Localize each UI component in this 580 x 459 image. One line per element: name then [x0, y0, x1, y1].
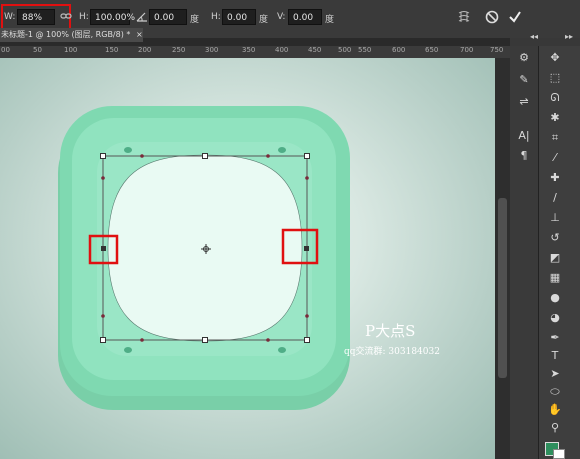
dodge-tool-icon[interactable]: ◕ — [543, 308, 567, 328]
ruler-tick: 00 — [1, 46, 10, 54]
ruler-tick: 50 — [33, 46, 42, 54]
clone-stamp-icon[interactable]: ⊥ — [543, 208, 567, 228]
ruler-tick: 150 — [105, 46, 119, 54]
brush-presets-icon[interactable]: ✎ — [514, 70, 534, 90]
ruler-tick: 450 — [308, 46, 322, 54]
ruler-tick: 350 — [242, 46, 256, 54]
background-color-swatch[interactable] — [553, 449, 565, 459]
scroll-thumb[interactable] — [498, 198, 507, 378]
panel-strip: ⚙ ✎ ⇌ A| ¶ — [510, 46, 539, 459]
ruler-tick: 700 — [460, 46, 474, 54]
canvas[interactable]: P大点S qq交流群: 303184032 — [0, 58, 495, 459]
history-brush-icon[interactable]: ↺ — [543, 228, 567, 248]
ruler-tick: 200 — [138, 46, 152, 54]
ruler-tick: 650 — [425, 46, 439, 54]
height-field[interactable]: 100.00% — [90, 9, 135, 25]
pen-tool-icon[interactable]: ✒ — [543, 328, 567, 348]
paragraph-panel-icon[interactable]: ¶ — [514, 146, 534, 166]
healing-brush-icon[interactable]: ✚ — [543, 168, 567, 188]
toolbar: ✥ ⬚ ᘏ ✱ ⌗ ⁄ ✚ / ⊥ ↺ ◩ ▦ ● ◕ ✒ T ➤ ⬭ ✋ ⚲ — [539, 46, 580, 459]
checkmark-icon[interactable] — [508, 10, 522, 27]
gradient-tool-icon[interactable]: ▦ — [543, 268, 567, 288]
type-tool-icon[interactable]: T — [543, 346, 567, 366]
vskew-label: V: — [277, 12, 286, 22]
adjustments-panel-icon[interactable]: ⚙ — [514, 48, 534, 68]
ruler-tick: 600 — [392, 46, 406, 54]
link-icon[interactable] — [60, 11, 72, 24]
crop-tool-icon[interactable]: ⌗ — [543, 128, 567, 148]
magic-wand-icon[interactable]: ✱ — [543, 108, 567, 128]
hskew-unit: 度 — [259, 15, 269, 25]
ruler-tick: 750 — [490, 46, 504, 54]
lasso-tool-icon[interactable]: ᘏ — [543, 88, 567, 108]
path-selection-icon[interactable]: ➤ — [543, 364, 567, 384]
rotate-icon — [136, 10, 148, 25]
collapse-icon[interactable]: ◂◂ — [530, 32, 538, 41]
ruler-tick: 250 — [172, 46, 186, 54]
icon-face — [107, 154, 303, 342]
hand-tool-icon[interactable]: ✋ — [543, 400, 567, 420]
ruler-tick: 550 — [358, 46, 372, 54]
vertical-scrollbar[interactable] — [495, 58, 510, 459]
icon-artwork — [58, 106, 350, 410]
blur-tool-icon[interactable]: ● — [543, 288, 567, 308]
ruler-tick: 100 — [64, 46, 78, 54]
rotate-field[interactable]: 0.00 — [149, 9, 187, 25]
watermark-brand: P大点S — [365, 322, 416, 340]
ruler-tick: 500 — [338, 46, 352, 54]
height-label: H: — [79, 12, 89, 22]
ellipse-tool-icon[interactable]: ⬭ — [543, 382, 567, 402]
zoom-tool-icon[interactable]: ⚲ — [543, 418, 567, 438]
clone-source-icon[interactable]: ⇌ — [514, 92, 534, 112]
character-panel-icon[interactable]: A| — [514, 126, 534, 146]
ruler-tick: 400 — [275, 46, 289, 54]
vskew-unit: 度 — [325, 15, 335, 25]
warp-icon[interactable] — [457, 10, 471, 27]
marquee-tool-icon[interactable]: ⬚ — [543, 68, 567, 88]
ruler-tick: 300 — [205, 46, 219, 54]
move-tool-icon[interactable]: ✥ — [543, 48, 567, 68]
brush-tool-icon[interactable]: / — [543, 188, 567, 208]
eyedropper-icon[interactable]: ⁄ — [543, 148, 567, 168]
collapse-icon[interactable]: ▸▸ — [565, 32, 573, 41]
cancel-icon[interactable] — [485, 10, 499, 27]
hskew-field[interactable]: 0.00 — [222, 9, 256, 25]
eraser-icon[interactable]: ◩ — [543, 248, 567, 268]
document-tab[interactable]: 未标题-1 @ 100% (图层, RGB/8) * × — [0, 28, 143, 42]
hskew-label: H: — [211, 12, 221, 22]
watermark-qq-group: qq交流群: 303184032 — [344, 347, 440, 357]
rotate-unit: 度 — [190, 15, 200, 25]
document-title: 未标题-1 @ 100% (图层, RGB/8) * — [1, 30, 131, 39]
close-tab-icon[interactable]: × — [136, 30, 143, 39]
vskew-field[interactable]: 0.00 — [288, 9, 322, 25]
